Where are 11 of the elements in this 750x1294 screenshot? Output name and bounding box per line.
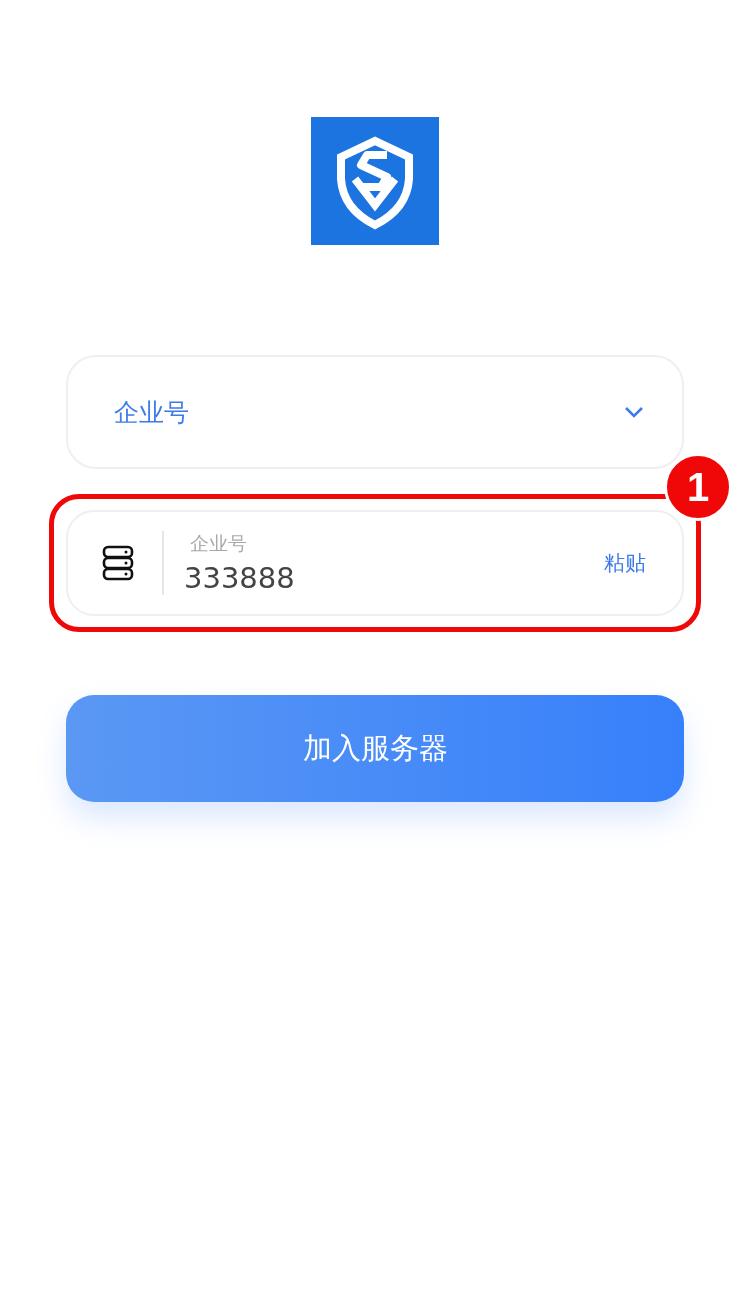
server-icon bbox=[102, 545, 134, 581]
field-label: 企业号 bbox=[189, 531, 248, 556]
join-server-button[interactable]: 加入服务器 bbox=[66, 695, 684, 802]
type-dropdown[interactable]: 企业号 bbox=[66, 355, 684, 469]
chevron-down-icon bbox=[624, 406, 644, 418]
company-input-field[interactable]: 企业号 333888 粘贴 bbox=[66, 510, 684, 616]
shield-logo-icon bbox=[311, 117, 439, 245]
step-badge: 1 bbox=[664, 453, 732, 521]
paste-button[interactable]: 粘贴 bbox=[604, 549, 646, 577]
field-value: 333888 bbox=[184, 561, 296, 595]
dropdown-value: 企业号 bbox=[114, 396, 189, 429]
